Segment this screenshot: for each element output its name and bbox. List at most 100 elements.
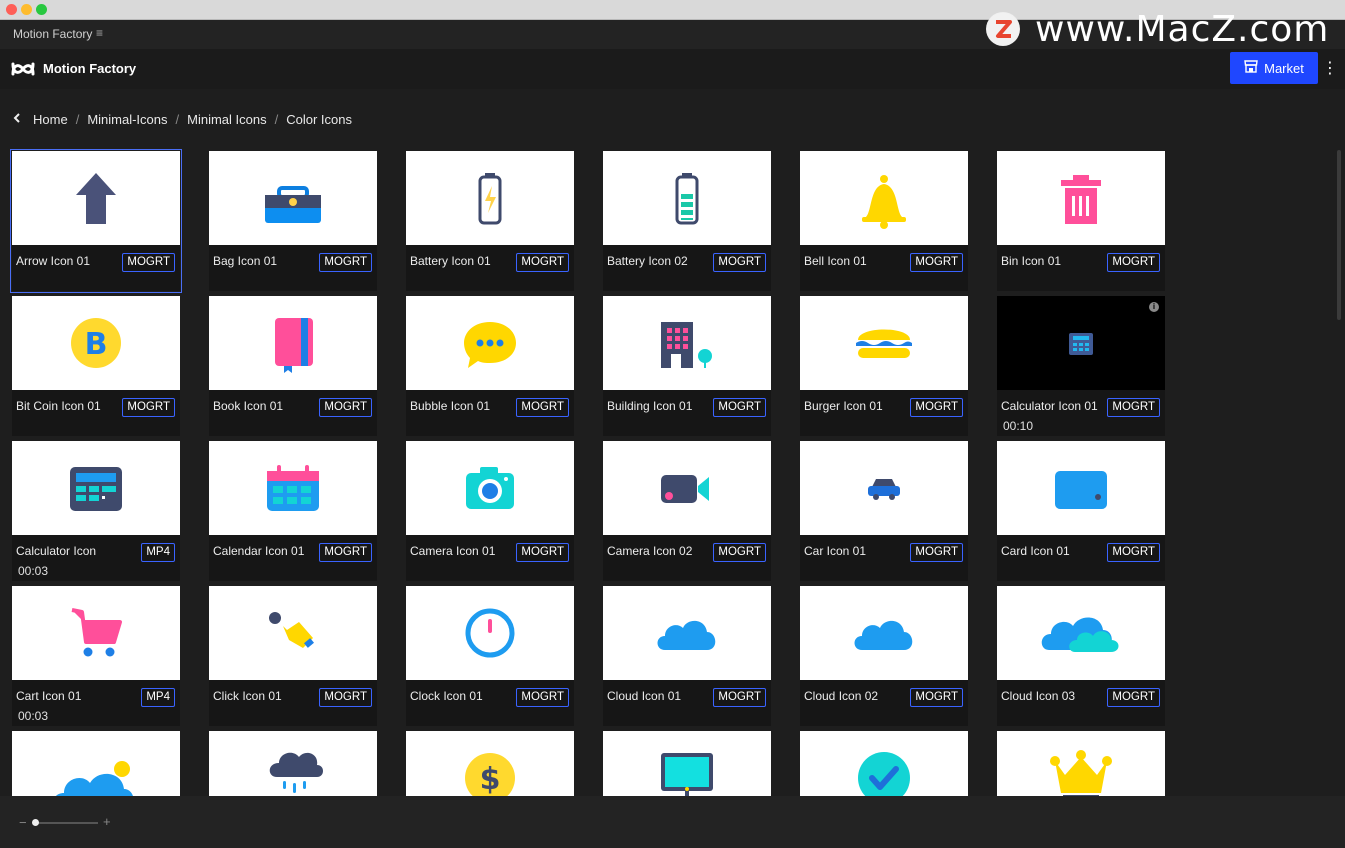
asset-thumbnail[interactable] <box>12 441 180 535</box>
duration-label: 00:10 <box>1003 419 1034 433</box>
svg-text:$: $ <box>480 762 501 796</box>
info-icon[interactable]: i <box>1149 302 1159 312</box>
asset-card[interactable] <box>12 731 180 796</box>
asset-card[interactable]: B Bit Coin Icon 01 MOGRT <box>12 296 180 436</box>
asset-card[interactable]: Car Icon 01 MOGRT <box>800 441 968 581</box>
breadcrumb-minimal-icons-category[interactable]: Minimal-Icons <box>87 112 167 127</box>
asset-card[interactable]: Clock Icon 01 MOGRT <box>406 586 574 726</box>
thumbnail-size-slider-handle[interactable] <box>32 819 39 826</box>
zoom-in-icon[interactable]: + <box>103 814 111 829</box>
asset-card[interactable]: i Calculator Icon 01 MOGRT 00:10 <box>997 296 1165 436</box>
asset-thumbnail[interactable] <box>997 151 1165 245</box>
asset-thumbnail[interactable] <box>800 151 968 245</box>
asset-thumbnail[interactable] <box>209 151 377 245</box>
asset-card[interactable]: Book Icon 01 MOGRT <box>209 296 377 436</box>
asset-name: Burger Icon 01 <box>804 399 883 413</box>
asset-thumbnail[interactable] <box>800 731 968 796</box>
asset-thumbnail[interactable] <box>997 441 1165 535</box>
asset-name: Cloud Icon 02 <box>804 689 879 703</box>
asset-thumbnail[interactable] <box>12 731 180 796</box>
book-icon <box>275 318 313 373</box>
zoom-out-icon[interactable]: − <box>19 815 27 830</box>
asset-thumbnail[interactable] <box>603 151 771 245</box>
asset-thumbnail[interactable] <box>800 441 968 535</box>
asset-card[interactable]: Camera Icon 02 MOGRT <box>603 441 771 581</box>
format-badge: MOGRT <box>910 398 963 417</box>
asset-card[interactable]: $ <box>406 731 574 796</box>
asset-card[interactable]: Camera Icon 01 MOGRT <box>406 441 574 581</box>
format-badge: MP4 <box>141 688 175 707</box>
asset-thumbnail[interactable]: i <box>997 296 1165 390</box>
asset-card[interactable]: Battery Icon 02 MOGRT <box>603 151 771 291</box>
asset-thumbnail[interactable] <box>406 296 574 390</box>
asset-thumbnail[interactable] <box>209 586 377 680</box>
asset-thumbnail[interactable] <box>997 731 1165 796</box>
format-badge: MOGRT <box>122 253 175 272</box>
asset-thumbnail[interactable] <box>800 296 968 390</box>
cloud-sun-icon <box>55 761 133 796</box>
vertical-scrollbar[interactable] <box>1337 150 1341 320</box>
asset-card[interactable]: Arrow Icon 01 MOGRT <box>10 149 182 293</box>
asset-card[interactable]: Bell Icon 01 MOGRT <box>800 151 968 291</box>
asset-card[interactable]: Battery Icon 01 MOGRT <box>406 151 574 291</box>
asset-name: Camera Icon 01 <box>410 544 496 558</box>
format-badge: MOGRT <box>516 543 569 562</box>
asset-thumbnail[interactable] <box>209 441 377 535</box>
monitor-icon <box>661 753 713 796</box>
close-window-button[interactable] <box>6 4 17 15</box>
asset-thumbnail[interactable] <box>209 731 377 796</box>
asset-card[interactable]: Bin Icon 01 MOGRT <box>997 151 1165 291</box>
asset-card[interactable]: Calendar Icon 01 MOGRT <box>209 441 377 581</box>
asset-thumbnail[interactable]: B <box>12 296 180 390</box>
asset-card[interactable] <box>800 731 968 796</box>
asset-card[interactable] <box>997 731 1165 796</box>
asset-name: Bubble Icon 01 <box>410 399 491 413</box>
asset-name: Building Icon 01 <box>607 399 693 413</box>
more-options-icon[interactable]: ⋮ <box>1322 59 1338 79</box>
calculator-small-icon <box>1069 333 1093 355</box>
breadcrumb-home[interactable]: Home <box>33 112 68 127</box>
thumbnail-size-slider[interactable] <box>34 822 98 824</box>
back-chevron-icon[interactable] <box>12 112 28 127</box>
asset-card[interactable]: Bubble Icon 01 MOGRT <box>406 296 574 436</box>
asset-name: Bell Icon 01 <box>804 254 867 268</box>
asset-card[interactable]: Burger Icon 01 MOGRT <box>800 296 968 436</box>
asset-card[interactable] <box>603 731 771 796</box>
asset-thumbnail[interactable] <box>603 586 771 680</box>
asset-thumbnail[interactable] <box>603 296 771 390</box>
asset-card[interactable]: Card Icon 01 MOGRT <box>997 441 1165 581</box>
asset-card[interactable]: Calculator Icon MP4 00:03 <box>12 441 180 581</box>
panel-menu-icon[interactable]: ≡ <box>96 26 103 40</box>
asset-card[interactable]: Cart Icon 01 MP4 00:03 <box>12 586 180 726</box>
asset-thumbnail[interactable] <box>800 586 968 680</box>
asset-card[interactable] <box>209 731 377 796</box>
credit-card-icon <box>1055 471 1107 509</box>
market-button[interactable]: Market <box>1230 52 1318 84</box>
asset-thumbnail[interactable] <box>406 441 574 535</box>
asset-name: Calendar Icon 01 <box>213 544 305 558</box>
asset-thumbnail[interactable] <box>603 441 771 535</box>
asset-name: Clock Icon 01 <box>410 689 483 703</box>
asset-card[interactable]: Click Icon 01 MOGRT <box>209 586 377 726</box>
asset-thumbnail[interactable] <box>209 296 377 390</box>
asset-thumbnail[interactable] <box>12 151 180 245</box>
asset-thumbnail[interactable] <box>603 731 771 796</box>
breadcrumb-minimal-icons[interactable]: Minimal Icons <box>187 112 266 127</box>
asset-thumbnail[interactable] <box>12 586 180 680</box>
market-label: Market <box>1264 60 1304 76</box>
format-badge: MOGRT <box>319 398 372 417</box>
asset-card[interactable]: Cloud Icon 03 MOGRT <box>997 586 1165 726</box>
minimize-window-button[interactable] <box>21 4 32 15</box>
asset-card[interactable]: Cloud Icon 02 MOGRT <box>800 586 968 726</box>
asset-thumbnail[interactable] <box>406 151 574 245</box>
store-icon <box>1244 60 1258 76</box>
asset-thumbnail[interactable]: $ <box>406 731 574 796</box>
asset-card[interactable]: Building Icon 01 MOGRT <box>603 296 771 436</box>
format-badge: MOGRT <box>1107 543 1160 562</box>
asset-card[interactable]: Cloud Icon 01 MOGRT <box>603 586 771 726</box>
asset-card[interactable]: Bag Icon 01 MOGRT <box>209 151 377 291</box>
asset-thumbnail[interactable] <box>997 586 1165 680</box>
calendar-icon <box>267 465 319 511</box>
asset-thumbnail[interactable] <box>406 586 574 680</box>
zoom-window-button[interactable] <box>36 4 47 15</box>
